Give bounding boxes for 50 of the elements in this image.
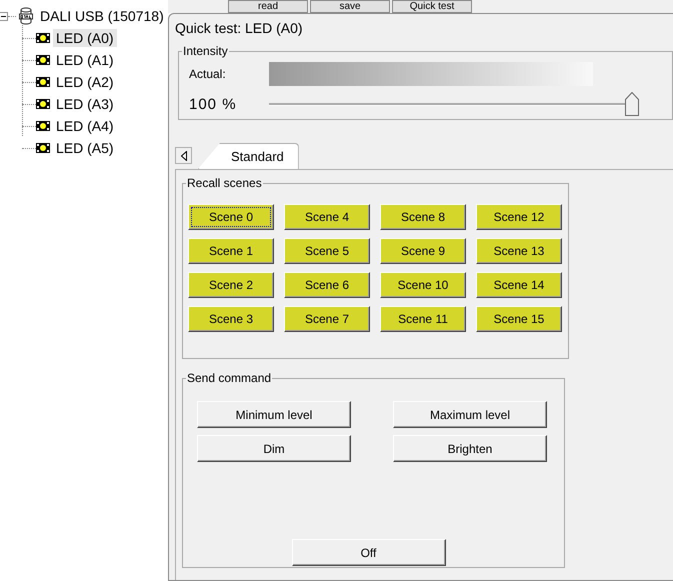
dialog-title: Quick test: LED (A0): [175, 19, 304, 38]
scene-button[interactable]: Scene 13: [476, 238, 562, 264]
scene-button[interactable]: Scene 11: [380, 306, 466, 332]
led-icon: [36, 77, 50, 87]
scene-button[interactable]: Scene 5: [284, 238, 370, 264]
toolbar-button[interactable]: Quick test: [392, 0, 472, 13]
left-arrow-icon: [180, 150, 186, 160]
tree-item[interactable]: LED (A2): [53, 73, 117, 91]
command-button[interactable]: Brighten: [393, 435, 547, 462]
scene-button[interactable]: Scene 9: [380, 238, 466, 264]
tab[interactable]: Standard: [198, 143, 299, 169]
tree-item[interactable]: DALI USB (150718): [37, 7, 167, 25]
scene-button[interactable]: Scene 10: [380, 272, 466, 298]
tree-item[interactable]: LED (A5): [53, 139, 117, 157]
scene-button[interactable]: Scene 1: [188, 238, 274, 264]
group-title: Recall scenes: [187, 176, 262, 190]
scene-button[interactable]: Scene 7: [284, 306, 370, 332]
toolbar-button[interactable]: read: [228, 0, 308, 13]
actual-label: Actual:: [189, 67, 227, 81]
collapse-icon[interactable]: [0, 12, 8, 20]
device-icon: [18, 7, 34, 25]
scene-button[interactable]: Scene 14: [476, 272, 562, 298]
slider-thumb[interactable]: [625, 92, 639, 116]
scene-button[interactable]: Scene 3: [188, 306, 274, 332]
scroll-left-button[interactable]: [175, 147, 192, 164]
scene-button[interactable]: Scene 0: [188, 204, 274, 230]
intensity-reading: 100 %: [189, 96, 238, 112]
led-icon: [36, 121, 50, 131]
led-icon: [36, 55, 50, 65]
tree-item[interactable]: LED (A1): [53, 51, 117, 69]
led-icon: [36, 33, 50, 43]
off-button[interactable]: Off: [292, 539, 446, 566]
scene-button[interactable]: Scene 12: [476, 204, 562, 230]
tree-item[interactable]: LED (A4): [53, 117, 117, 135]
scene-button[interactable]: Scene 8: [380, 204, 466, 230]
scene-button[interactable]: Scene 15: [476, 306, 562, 332]
scene-button[interactable]: Scene 4: [284, 204, 370, 230]
command-button[interactable]: Minimum level: [197, 401, 351, 428]
scene-button[interactable]: Scene 6: [284, 272, 370, 298]
command-button[interactable]: Dim: [197, 435, 351, 462]
toolbar-button[interactable]: save: [310, 0, 390, 13]
tree-item[interactable]: LED (A3): [53, 95, 117, 113]
scene-button[interactable]: Scene 2: [188, 272, 274, 298]
led-icon: [36, 99, 50, 109]
intensity-slider[interactable]: [269, 92, 639, 116]
tree-item[interactable]: LED (A0): [53, 29, 117, 47]
command-button[interactable]: Maximum level: [393, 401, 547, 428]
group-title: Send command: [187, 371, 272, 385]
led-icon: [36, 143, 50, 153]
group-title: Intensity: [183, 44, 228, 58]
